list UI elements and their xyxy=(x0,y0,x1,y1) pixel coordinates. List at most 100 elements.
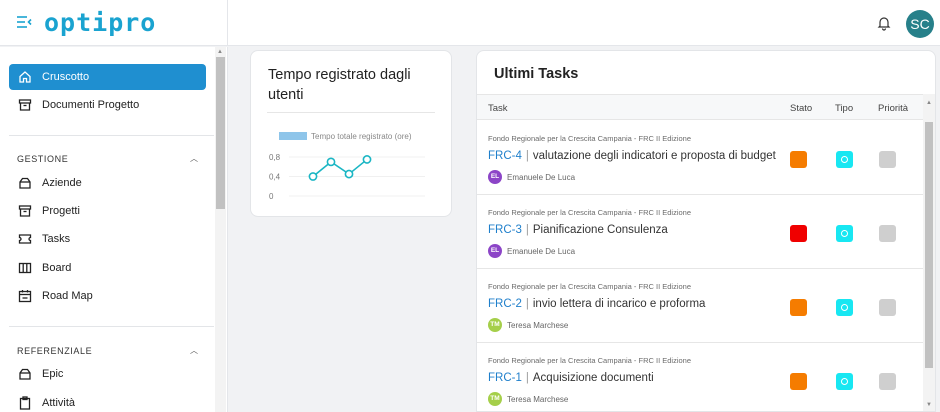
table-header: Task Stato Tipo Priorità xyxy=(477,94,923,120)
status-indicator[interactable] xyxy=(790,225,807,242)
task-assignee: EL Emanuele De Luca xyxy=(488,170,575,184)
data-point xyxy=(362,155,372,164)
y-tick-label: 0,4 xyxy=(269,173,281,182)
status-indicator[interactable] xyxy=(790,299,807,316)
section-title-referenziale: REFERENZIALE xyxy=(17,346,93,356)
home-icon xyxy=(18,70,32,84)
type-circle-icon xyxy=(841,156,848,163)
sidebar-item-label: Cruscotto xyxy=(42,71,90,83)
series-line xyxy=(312,158,368,178)
task-code-link[interactable]: FRC-1 xyxy=(488,372,522,384)
time-chart: Tempo totale registrato (ore) 0,8 0,4 0 xyxy=(269,132,425,201)
sidebar-scrollbar[interactable]: ▲ xyxy=(215,47,226,412)
scroll-up-arrow-icon[interactable]: ▲ xyxy=(926,100,932,106)
priority-indicator[interactable] xyxy=(879,225,896,242)
sidebar-item-attivita[interactable]: Attività xyxy=(9,390,206,412)
column-header-stato[interactable]: Stato xyxy=(790,103,812,114)
sidebar-item-label: Progetti xyxy=(42,205,80,217)
table-row[interactable]: Fondo Regionale per la Crescita Campania… xyxy=(477,269,923,343)
assignee-avatar: EL xyxy=(488,170,502,184)
priority-indicator[interactable] xyxy=(879,151,896,168)
sidebar-item-aziende[interactable]: Aziende xyxy=(9,170,206,196)
archive-icon xyxy=(18,204,32,218)
sidebar-item-documenti-progetto[interactable]: Documenti Progetto xyxy=(9,92,206,118)
task-title: FRC-2 | invio lettera di incarico e profor… xyxy=(488,298,705,310)
card-title: Ultimi Tasks xyxy=(494,66,579,82)
y-tick-label: 0,8 xyxy=(269,153,281,162)
task-name: Pianificazione Consulenza xyxy=(532,224,668,236)
card-title: Tempo registrato dagli utenti xyxy=(268,67,411,103)
status-indicator[interactable] xyxy=(790,373,807,390)
status-indicator[interactable] xyxy=(790,151,807,168)
legend-swatch xyxy=(279,132,307,140)
app-logo[interactable]: optipro xyxy=(44,8,156,37)
sidebar-item-label: Documenti Progetto xyxy=(42,99,140,111)
sidebar-item-tasks[interactable]: Tasks xyxy=(9,226,206,252)
sidebar-divider xyxy=(9,326,214,327)
assignee-name: Emanuele De Luca xyxy=(507,172,576,182)
task-code-link[interactable]: FRC-4 xyxy=(488,150,522,162)
user-avatar[interactable]: SC xyxy=(906,10,934,38)
chevron-up-icon[interactable]: ︿ xyxy=(190,153,198,164)
column-header-tipo[interactable]: Tipo xyxy=(835,103,853,114)
sidebar-item-label: Epic xyxy=(42,368,64,380)
ticket-icon xyxy=(18,232,32,246)
column-header-task[interactable]: Task xyxy=(488,103,508,114)
priority-indicator[interactable] xyxy=(879,373,896,390)
building-icon xyxy=(18,176,32,190)
task-project: Fondo Regionale per la Crescita Campania… xyxy=(488,356,692,365)
separator: | xyxy=(525,150,529,162)
sidebar-item-cruscotto[interactable]: Cruscotto xyxy=(9,64,206,90)
table-row[interactable]: Fondo Regionale per la Crescita Campania… xyxy=(477,121,923,195)
chevron-up-icon[interactable]: ︿ xyxy=(190,345,198,356)
separator: | xyxy=(525,372,529,384)
column-header-priorita[interactable]: Priorità xyxy=(878,103,908,114)
type-indicator[interactable] xyxy=(836,225,853,242)
clipboard-icon xyxy=(18,396,32,410)
type-indicator[interactable] xyxy=(836,373,853,390)
type-circle-icon xyxy=(841,378,848,385)
sidebar-divider xyxy=(9,135,214,136)
sidebar-item-label: Road Map xyxy=(42,290,93,302)
task-code-link[interactable]: FRC-3 xyxy=(488,224,522,236)
sidebar-item-board[interactable]: Board xyxy=(9,255,206,281)
tasks-scrollbar[interactable]: ▲ ▼ xyxy=(923,94,935,411)
sidebar-item-label: Attività xyxy=(42,397,76,409)
sidebar-item-progetti[interactable]: Progetti xyxy=(9,198,206,224)
separator: | xyxy=(525,298,529,310)
scroll-down-arrow-icon[interactable]: ▼ xyxy=(926,402,932,408)
sidebar-item-label: Board xyxy=(42,262,72,274)
task-name: valutazione degli indicatori e proposta … xyxy=(532,150,776,162)
menu-collapse-icon[interactable] xyxy=(16,15,32,29)
legend-label: Tempo totale registrato (ore) xyxy=(311,132,412,141)
latest-tasks-card: Ultimi Tasks Task Stato Tipo Priorità Fo… xyxy=(476,50,936,412)
scroll-up-arrow-icon[interactable]: ▲ xyxy=(217,49,223,55)
bell-icon[interactable] xyxy=(876,15,892,31)
sidebar-item-label: Tasks xyxy=(42,233,71,245)
tasks-scrollbar-thumb[interactable] xyxy=(925,122,933,368)
task-project: Fondo Regionale per la Crescita Campania… xyxy=(488,208,692,217)
type-circle-icon xyxy=(841,304,848,311)
priority-indicator[interactable] xyxy=(879,299,896,316)
assignee-name: Teresa Marchese xyxy=(507,394,569,404)
data-point xyxy=(344,169,354,179)
task-assignee: TM Teresa Marchese xyxy=(488,318,568,332)
task-project: Fondo Regionale per la Crescita Campania… xyxy=(488,282,692,291)
sidebar-scrollbar-thumb[interactable] xyxy=(216,57,225,209)
task-title: FRC-4 | valutazione degli indicatori e pro… xyxy=(488,150,776,162)
type-indicator[interactable] xyxy=(836,299,853,316)
table-row[interactable]: Fondo Regionale per la Crescita Campania… xyxy=(477,195,923,269)
calendar-icon xyxy=(18,289,32,303)
task-code-link[interactable]: FRC-2 xyxy=(488,298,522,310)
assignee-avatar: TM xyxy=(488,318,502,332)
table-row[interactable]: Fondo Regionale per la Crescita Campania… xyxy=(477,343,923,411)
sidebar-item-road-map[interactable]: Road Map xyxy=(9,283,206,309)
archive-icon xyxy=(18,98,32,112)
type-indicator[interactable] xyxy=(836,151,853,168)
y-tick-label: 0 xyxy=(269,192,274,201)
card-divider xyxy=(267,112,435,113)
sidebar-item-epic[interactable]: Epic xyxy=(9,361,206,387)
logo-area: optipro xyxy=(0,0,228,46)
assignee-name: Teresa Marchese xyxy=(507,320,569,330)
assignee-avatar: EL xyxy=(488,244,502,258)
